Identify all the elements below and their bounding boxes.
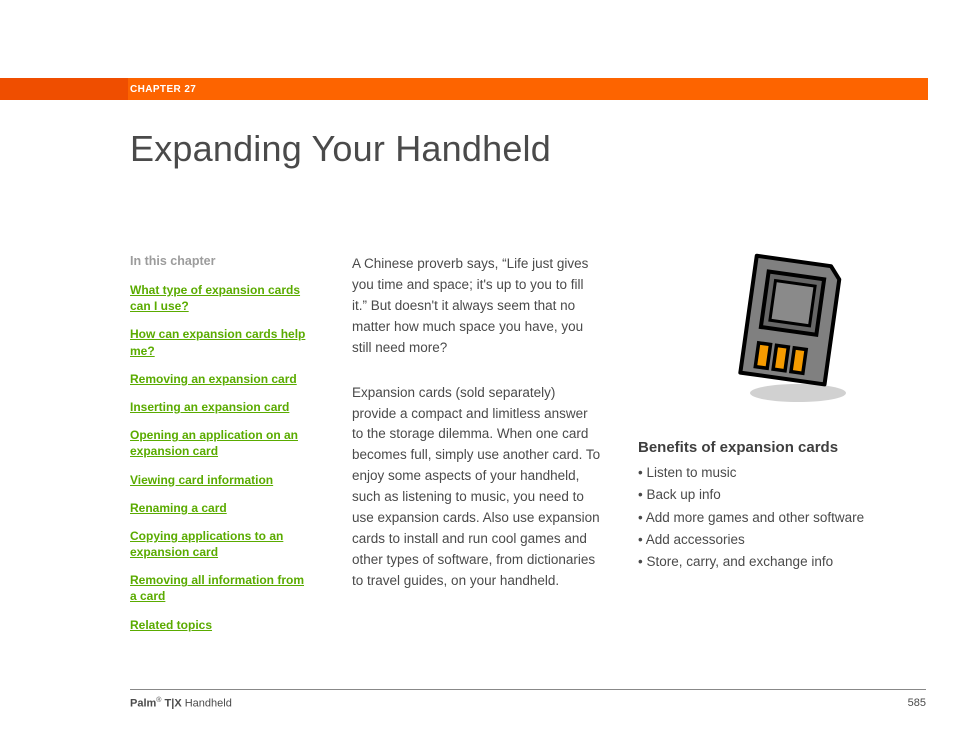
- banner-gap: [928, 78, 954, 100]
- benefit-item: Add more games and other software: [638, 507, 928, 529]
- banner-main: CHAPTER 27: [128, 78, 928, 100]
- page-title: Expanding Your Handheld: [130, 128, 551, 170]
- benefit-item: Add accessories: [638, 529, 928, 551]
- expansion-card-icon: [728, 251, 928, 411]
- intro-paragraph-2: Expansion cards (sold separately) provid…: [352, 383, 602, 592]
- toc-link-opening-app[interactable]: Opening an application on an expansion c…: [130, 427, 310, 459]
- body-text-column: A Chinese proverb says, “Life just gives…: [352, 254, 602, 616]
- page-footer: Palm® T|X Handheld 585: [130, 697, 926, 710]
- footer-model: T|X: [161, 698, 181, 710]
- toc-link-related[interactable]: Related topics: [130, 617, 310, 633]
- banner-accent: [0, 78, 128, 100]
- in-this-chapter-nav: In this chapter What type of expansion c…: [130, 254, 330, 645]
- toc-link-renaming[interactable]: Renaming a card: [130, 500, 310, 516]
- toc-link-removing-card[interactable]: Removing an expansion card: [130, 371, 310, 387]
- toc-link-how-help[interactable]: How can expansion cards help me?: [130, 326, 310, 358]
- footer-rule: [130, 689, 926, 690]
- page-number: 585: [908, 697, 926, 710]
- toc-link-viewing-info[interactable]: Viewing card information: [130, 472, 310, 488]
- chapter-banner: CHAPTER 27: [0, 78, 954, 100]
- benefit-item: Listen to music: [638, 462, 928, 484]
- benefit-item: Store, carry, and exchange info: [638, 551, 928, 573]
- chapter-label: CHAPTER 27: [130, 84, 196, 95]
- intro-paragraph-1: A Chinese proverb says, “Life just gives…: [352, 254, 602, 359]
- footer-brand: Palm® T|X Handheld: [130, 697, 232, 710]
- toc-link-removing-info[interactable]: Removing all information from a card: [130, 572, 310, 604]
- toc-link-what-type[interactable]: What type of expansion cards can I use?: [130, 282, 310, 314]
- toc-link-copying-apps[interactable]: Copying applications to an expansion car…: [130, 528, 310, 560]
- footer-brand-name: Palm: [130, 698, 156, 710]
- benefits-list: Listen to music Back up info Add more ga…: [638, 462, 928, 573]
- right-column: Benefits of expansion cards Listen to mu…: [638, 251, 928, 573]
- benefit-item: Back up info: [638, 484, 928, 506]
- footer-tail: Handheld: [182, 698, 232, 710]
- toc-link-inserting-card[interactable]: Inserting an expansion card: [130, 399, 310, 415]
- benefits-heading: Benefits of expansion cards: [638, 439, 928, 456]
- sidebar-heading: In this chapter: [130, 254, 330, 268]
